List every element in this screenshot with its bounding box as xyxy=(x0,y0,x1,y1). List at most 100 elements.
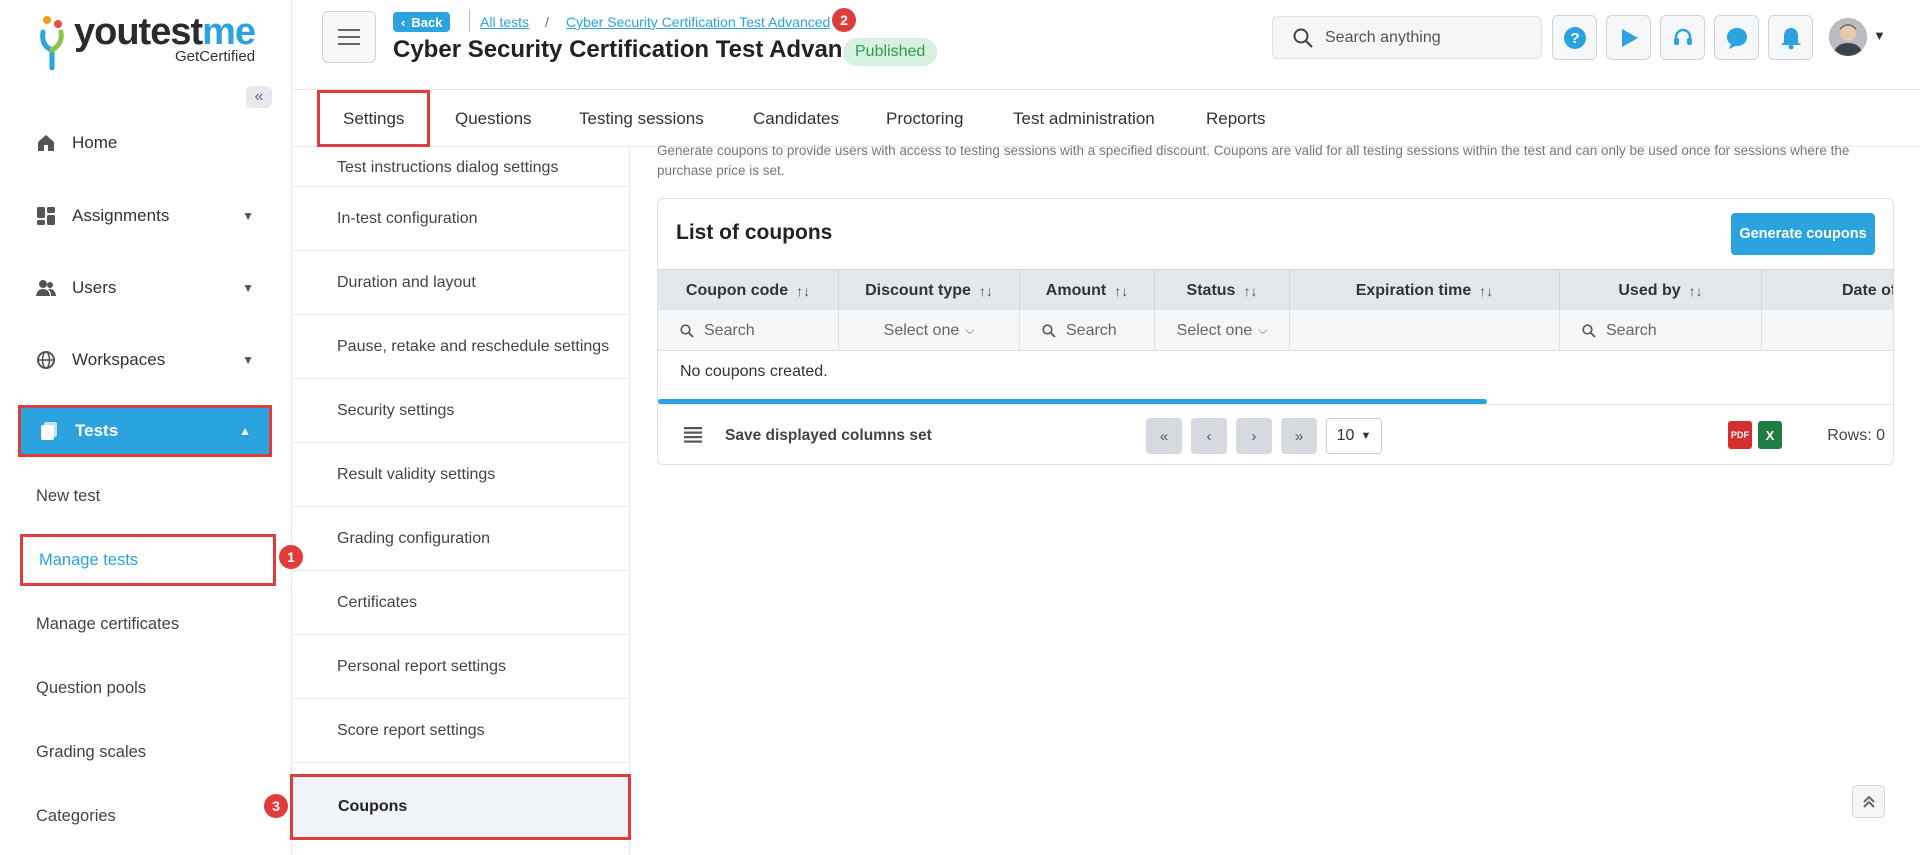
column-label: Used by xyxy=(1618,281,1681,299)
settings-item-coupons[interactable]: Coupons xyxy=(290,774,631,840)
chevron-down-icon: ⌵ xyxy=(1258,323,1268,337)
save-columns-button[interactable]: Save displayed columns set xyxy=(725,427,932,445)
chevron-right-icon: › xyxy=(1251,427,1257,445)
tab-reports[interactable]: Reports xyxy=(1206,90,1266,147)
tab-questions[interactable]: Questions xyxy=(455,90,532,147)
search-input[interactable] xyxy=(1325,28,1525,47)
breadcrumb-current-test[interactable]: Cyber Security Certification Test Advanc… xyxy=(566,14,830,30)
search-icon xyxy=(680,323,694,338)
svg-text:?: ? xyxy=(1570,30,1579,47)
tests-icon xyxy=(37,419,61,443)
caret-down-icon: ▼ xyxy=(242,281,254,295)
logo-word-accent: me xyxy=(202,11,256,53)
settings-item-grading-configuration[interactable]: Grading configuration xyxy=(292,507,630,571)
sidebar-subitem-categories[interactable]: Categories xyxy=(20,790,274,842)
annotation-step-3: 3 xyxy=(264,794,288,818)
settings-item-score-report[interactable]: Score report settings xyxy=(292,699,630,763)
first-page-button[interactable]: « xyxy=(1146,418,1182,454)
play-button[interactable] xyxy=(1606,15,1651,60)
settings-item-test-instructions[interactable]: Test instructions dialog settings xyxy=(292,147,630,187)
pdf-export-icon[interactable]: PDF xyxy=(1728,421,1752,449)
breadcrumb-separator: / xyxy=(545,14,549,30)
caret-down-icon: ▼ xyxy=(242,353,254,367)
settings-item-certificates[interactable]: Certificates xyxy=(292,571,630,635)
column-header-amount[interactable]: Amount ↑↓ xyxy=(1020,270,1155,311)
column-header-expiration-time[interactable]: Expiration time ↑↓ xyxy=(1290,270,1560,311)
logo-text: youtestme GetCertified xyxy=(74,11,256,65)
sidebar-subitem-new-test[interactable]: New test xyxy=(20,470,274,522)
settings-item-result-validity[interactable]: Result validity settings xyxy=(292,443,630,507)
support-button[interactable] xyxy=(1660,15,1705,60)
sidebar-subitem-grading-scales[interactable]: Grading scales xyxy=(20,726,274,778)
settings-item-in-test-configuration[interactable]: In-test configuration xyxy=(292,187,630,251)
sidebar-item-users[interactable]: Users ▼ xyxy=(18,262,272,314)
sidebar-item-workspaces[interactable]: Workspaces ▼ xyxy=(18,334,272,386)
page-size-select[interactable]: 10 ▼ xyxy=(1326,418,1382,454)
sidebar-item-home[interactable]: Home xyxy=(18,117,272,169)
double-chevron-up-icon xyxy=(1862,795,1875,808)
filter-amount[interactable]: Search xyxy=(1020,310,1155,351)
sort-icon: ↑↓ xyxy=(1479,282,1494,299)
menu-toggle-button[interactable] xyxy=(322,11,376,63)
chevron-down-icon[interactable]: ▼ xyxy=(1873,28,1886,43)
settings-item-personal-report[interactable]: Personal report settings xyxy=(292,635,630,699)
prev-page-button[interactable]: ‹ xyxy=(1191,418,1227,454)
logo[interactable]: youtestme GetCertified xyxy=(38,11,256,71)
filter-used-by[interactable]: Search xyxy=(1560,310,1762,351)
help-button[interactable]: ? xyxy=(1552,15,1597,60)
status-badge: Published xyxy=(843,38,938,66)
excel-export-icon[interactable]: X xyxy=(1758,421,1782,449)
column-header-date-of[interactable]: Date of xyxy=(1762,270,1894,311)
global-search[interactable] xyxy=(1272,16,1542,59)
sidebar-item-tests[interactable]: Tests ▲ xyxy=(18,405,272,457)
settings-item-duration-layout[interactable]: Duration and layout xyxy=(292,251,630,315)
column-header-coupon-code[interactable]: Coupon code ↑↓ xyxy=(658,270,839,311)
tab-testing-sessions[interactable]: Testing sessions xyxy=(579,90,704,147)
settings-item-pause-retake[interactable]: Pause, retake and reschedule settings xyxy=(292,315,630,379)
tab-candidates[interactable]: Candidates xyxy=(753,90,839,147)
app-root: youtestme GetCertified « Home Assignment… xyxy=(0,0,1920,855)
column-header-status[interactable]: Status ↑↓ xyxy=(1155,270,1290,311)
column-header-discount-type[interactable]: Discount type ↑↓ xyxy=(839,270,1020,311)
settings-menu: Test instructions dialog settings In-tes… xyxy=(290,147,631,855)
tab-test-administration[interactable]: Test administration xyxy=(1013,90,1155,147)
logo-mark-icon xyxy=(38,12,68,71)
chevron-left-icon: ‹ xyxy=(401,14,406,30)
sidebar-subitem-manage-certificates[interactable]: Manage certificates xyxy=(20,598,274,650)
back-button[interactable]: ‹ Back xyxy=(393,12,451,32)
settings-item-security[interactable]: Security settings xyxy=(292,379,630,443)
filter-coupon-code[interactable]: Search xyxy=(658,310,839,351)
tab-settings[interactable]: Settings xyxy=(317,90,431,147)
generate-coupons-button[interactable]: Generate coupons xyxy=(1731,213,1875,255)
search-icon xyxy=(1042,323,1056,338)
sidebar-subitem-manage-tests[interactable]: Manage tests xyxy=(20,534,276,586)
column-header-used-by[interactable]: Used by ↑↓ xyxy=(1560,270,1762,311)
sort-icon: ↑↓ xyxy=(1114,282,1129,299)
home-icon xyxy=(34,131,58,155)
next-page-button[interactable]: › xyxy=(1236,418,1272,454)
sidebar-item-assignments[interactable]: Assignments ▼ xyxy=(18,190,272,242)
sort-icon: ↑↓ xyxy=(1688,282,1703,299)
notifications-button[interactable] xyxy=(1768,15,1813,60)
chat-button[interactable] xyxy=(1714,15,1759,60)
columns-list-icon[interactable] xyxy=(684,427,702,443)
headset-icon xyxy=(1673,28,1692,45)
logo-word: youtestme xyxy=(74,11,256,53)
help-icon: ? xyxy=(1563,26,1586,49)
sidebar-item-label: Tests xyxy=(75,421,119,440)
avatar[interactable] xyxy=(1829,18,1867,56)
sidebar-item-label: Home xyxy=(72,133,118,152)
chevron-down-icon: ▼ xyxy=(1360,430,1372,442)
filter-placeholder: Search xyxy=(1606,321,1657,339)
chevron-left-icon: ‹ xyxy=(1206,427,1212,445)
sidebar-subitem-question-pools[interactable]: Question pools xyxy=(20,662,274,714)
collapse-sidebar-button[interactable]: « xyxy=(246,86,272,108)
filter-placeholder: Select one xyxy=(883,321,960,339)
column-label: Date of xyxy=(1842,281,1894,299)
scroll-to-top-button[interactable] xyxy=(1852,785,1885,818)
breadcrumb-all-tests[interactable]: All tests xyxy=(480,14,529,30)
tab-proctoring[interactable]: Proctoring xyxy=(886,90,963,147)
last-page-button[interactable]: » xyxy=(1281,418,1317,454)
filter-discount-type[interactable]: Select one ⌵ xyxy=(839,310,1020,351)
filter-status[interactable]: Select one ⌵ xyxy=(1155,310,1290,351)
